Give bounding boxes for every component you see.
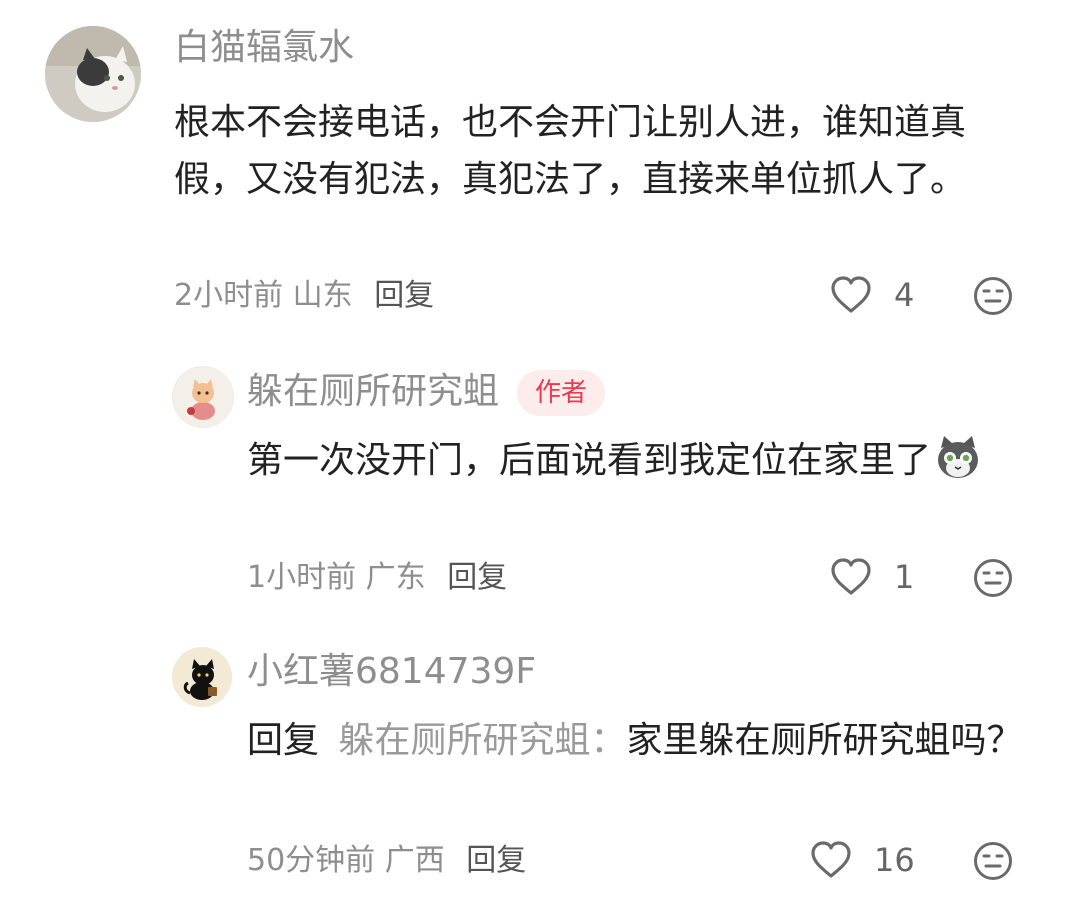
reply-item: 小红薯6814739F 回复 躲在厕所研究蛆：家里躲在厕所研究蛆吗？ 50分钟前…	[0, 620, 1079, 897]
dislike-face-icon[interactable]	[973, 841, 1013, 881]
reply-button[interactable]: 回复	[374, 278, 434, 313]
comment-item: 白猫辐氯水 根本不会接电话，也不会开门让别人进，谁知道真假，又没有犯法，真犯法了…	[0, 0, 1079, 330]
reply-text: 第一次没开门，后面说看到我定位在家里了	[247, 432, 1017, 489]
reply-time: 50分钟前	[247, 843, 376, 878]
username-text[interactable]: 躲在厕所研究蛆	[247, 371, 499, 412]
cartoon-cat-icon	[173, 367, 233, 427]
comment-time: 2小时前	[174, 278, 284, 313]
like-count: 4	[894, 276, 915, 314]
user-avatar[interactable]	[172, 647, 232, 707]
reply-time: 1小时前	[247, 560, 357, 595]
like-button[interactable]: 1	[830, 558, 914, 596]
author-badge: 作者	[517, 370, 606, 416]
gray-cat-face-sticker-icon	[938, 436, 979, 478]
heart-icon	[831, 558, 871, 595]
heart-icon	[831, 276, 871, 313]
black-cat-icon	[172, 647, 232, 707]
comment-location: 山东	[292, 278, 353, 313]
reply-meta: 50分钟前 广西 回复	[247, 843, 526, 879]
comment-meta: 2小时前 山东 回复	[174, 278, 434, 314]
like-count: 1	[894, 558, 915, 596]
user-avatar[interactable]	[172, 366, 234, 428]
dislike-face-icon[interactable]	[973, 276, 1013, 316]
dislike-face-icon[interactable]	[973, 558, 1013, 598]
reply-username: 躲在厕所研究蛆 作者	[247, 370, 606, 416]
reply-item: 躲在厕所研究蛆 作者 第一次没开门，后面说看到我定位在家里了 1小时前 广东 回复…	[0, 330, 1079, 620]
reply-location: 广东	[365, 560, 426, 595]
white-cat-photo-icon	[45, 26, 141, 122]
user-avatar[interactable]	[45, 26, 141, 122]
heart-icon	[811, 841, 851, 878]
like-button[interactable]: 16	[810, 841, 915, 879]
like-count: 16	[874, 841, 915, 879]
reply-prefix: 回复	[247, 720, 320, 761]
mentioned-user[interactable]: 躲在厕所研究蛆：	[338, 720, 626, 761]
comment-username[interactable]: 白猫辐氯水	[174, 26, 354, 70]
reply-username[interactable]: 小红薯6814739F	[247, 650, 536, 694]
like-button[interactable]: 4	[830, 276, 914, 314]
reply-location: 广西	[384, 843, 445, 878]
reply-meta: 1小时前 广东 回复	[247, 560, 507, 596]
reply-text-content: 家里躲在厕所研究蛆吗？	[626, 720, 1023, 761]
reply-button[interactable]: 回复	[466, 843, 526, 878]
reply-text-content: 第一次没开门，后面说看到我定位在家里了	[247, 440, 932, 481]
reply-button[interactable]: 回复	[447, 560, 507, 595]
comment-text: 根本不会接电话，也不会开门让别人进，谁知道真假，又没有犯法，真犯法了，直接来单位…	[174, 102, 967, 200]
reply-text: 回复 躲在厕所研究蛆：家里躲在厕所研究蛆吗？	[247, 712, 1037, 769]
